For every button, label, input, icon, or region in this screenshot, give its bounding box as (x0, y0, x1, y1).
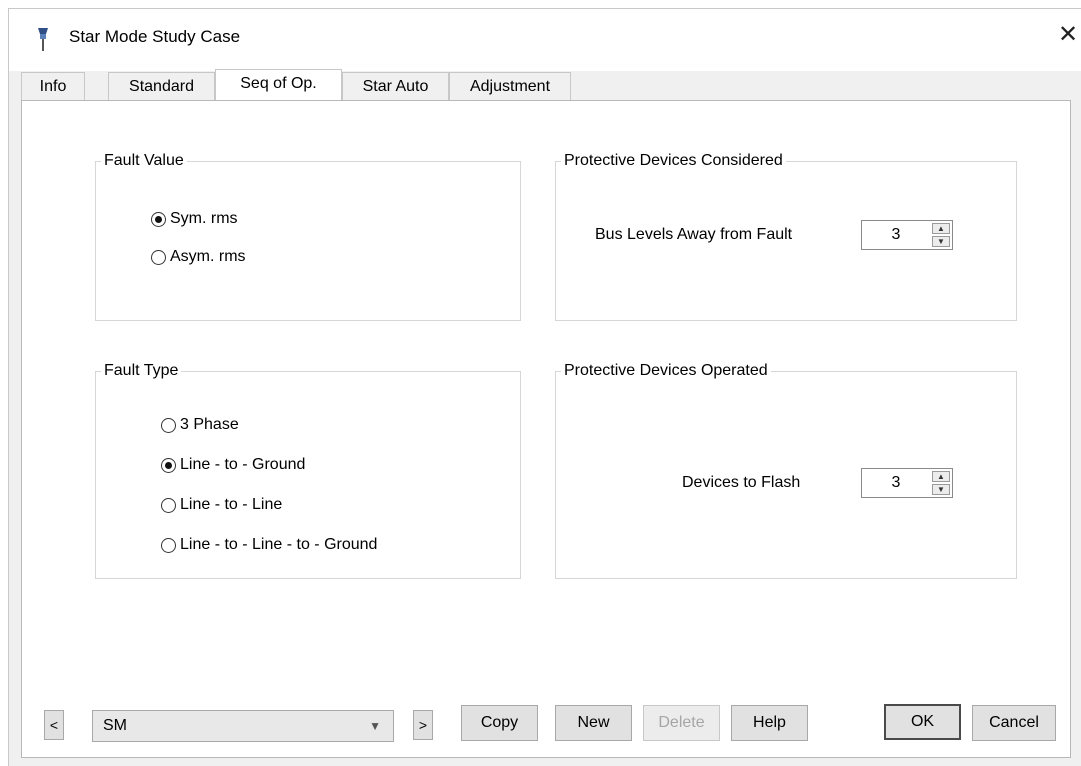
devices-operated-group: Protective Devices Operated Devices to F… (555, 362, 1017, 579)
copy-button[interactable]: Copy (461, 705, 538, 741)
next-case-button[interactable]: > (413, 710, 433, 740)
radio-button[interactable] (151, 211, 166, 227)
tab-content-panel: Fault Value Sym. rms Asym. rms Fault Typ… (21, 100, 1071, 758)
tab-info[interactable]: Info (21, 72, 85, 100)
radio-label: Sym. rms (170, 210, 238, 227)
tab-star-auto[interactable]: Star Auto (342, 72, 449, 100)
devices-to-flash-stepper[interactable]: 3 ▲ ▼ (861, 468, 953, 498)
delete-button[interactable]: Delete (643, 705, 720, 741)
ok-button[interactable]: OK (884, 704, 961, 740)
study-case-dropdown[interactable]: SM ▼ (92, 710, 394, 742)
radio-button[interactable] (161, 417, 176, 433)
radio-asym-rms[interactable]: Asym. rms (151, 248, 246, 266)
tab-seq-of-op[interactable]: Seq of Op. (215, 69, 342, 100)
radio-3-phase[interactable]: 3 Phase (161, 416, 239, 434)
radio-button[interactable] (161, 537, 176, 553)
radio-button[interactable] (161, 497, 176, 513)
study-case-pin-icon (35, 26, 51, 54)
cancel-button[interactable]: Cancel (972, 705, 1056, 741)
help-button[interactable]: Help (731, 705, 808, 741)
radio-sym-rms[interactable]: Sym. rms (151, 210, 238, 228)
stepper-down-icon[interactable]: ▼ (932, 236, 950, 247)
devices-considered-title: Protective Devices Considered (561, 152, 786, 170)
fault-type-title: Fault Type (101, 362, 182, 380)
stepper-arrows: ▲ ▼ (932, 223, 950, 247)
dialog-title: Star Mode Study Case (69, 27, 241, 46)
tab-standard[interactable]: Standard (108, 72, 215, 100)
radio-label: Asym. rms (170, 248, 246, 265)
devices-operated-title: Protective Devices Operated (561, 362, 771, 380)
bus-levels-value[interactable]: 3 (862, 221, 930, 249)
radio-label: Line - to - Line - to - Ground (180, 536, 378, 553)
bus-levels-label: Bus Levels Away from Fault (595, 226, 793, 243)
study-case-dialog: Star Mode Study Case ✕ Info Standard Seq… (8, 8, 1081, 766)
radio-label: Line - to - Line (180, 496, 283, 513)
radio-button[interactable] (151, 249, 166, 265)
previous-case-button[interactable]: < (44, 710, 64, 740)
stepper-arrows: ▲ ▼ (932, 471, 950, 495)
stepper-up-icon[interactable]: ▲ (932, 471, 950, 482)
radio-label: 3 Phase (180, 416, 239, 433)
fault-value-group: Fault Value Sym. rms Asym. rms (95, 152, 521, 321)
devices-to-flash-value[interactable]: 3 (862, 469, 930, 497)
fault-type-group: Fault Type 3 Phase Line - to - Ground Li… (95, 362, 521, 579)
radio-button[interactable] (161, 457, 176, 473)
radio-line-to-line[interactable]: Line - to - Line (161, 496, 282, 514)
new-button[interactable]: New (555, 705, 632, 741)
devices-to-flash-label: Devices to Flash (682, 474, 801, 491)
chevron-down-icon[interactable]: ▼ (369, 711, 381, 741)
tab-adjustment[interactable]: Adjustment (449, 72, 571, 100)
devices-considered-group: Protective Devices Considered Bus Levels… (555, 152, 1017, 321)
fault-value-title: Fault Value (101, 152, 187, 170)
radio-line-to-ground[interactable]: Line - to - Ground (161, 456, 305, 474)
bus-levels-stepper[interactable]: 3 ▲ ▼ (861, 220, 953, 250)
study-case-value: SM (103, 717, 127, 734)
title-bar: Star Mode Study Case ✕ (9, 9, 1081, 71)
stepper-up-icon[interactable]: ▲ (932, 223, 950, 234)
radio-line-to-line-to-ground[interactable]: Line - to - Line - to - Ground (161, 536, 377, 554)
radio-label: Line - to - Ground (180, 456, 306, 473)
close-icon[interactable]: ✕ (1055, 22, 1081, 48)
stepper-down-icon[interactable]: ▼ (932, 484, 950, 495)
